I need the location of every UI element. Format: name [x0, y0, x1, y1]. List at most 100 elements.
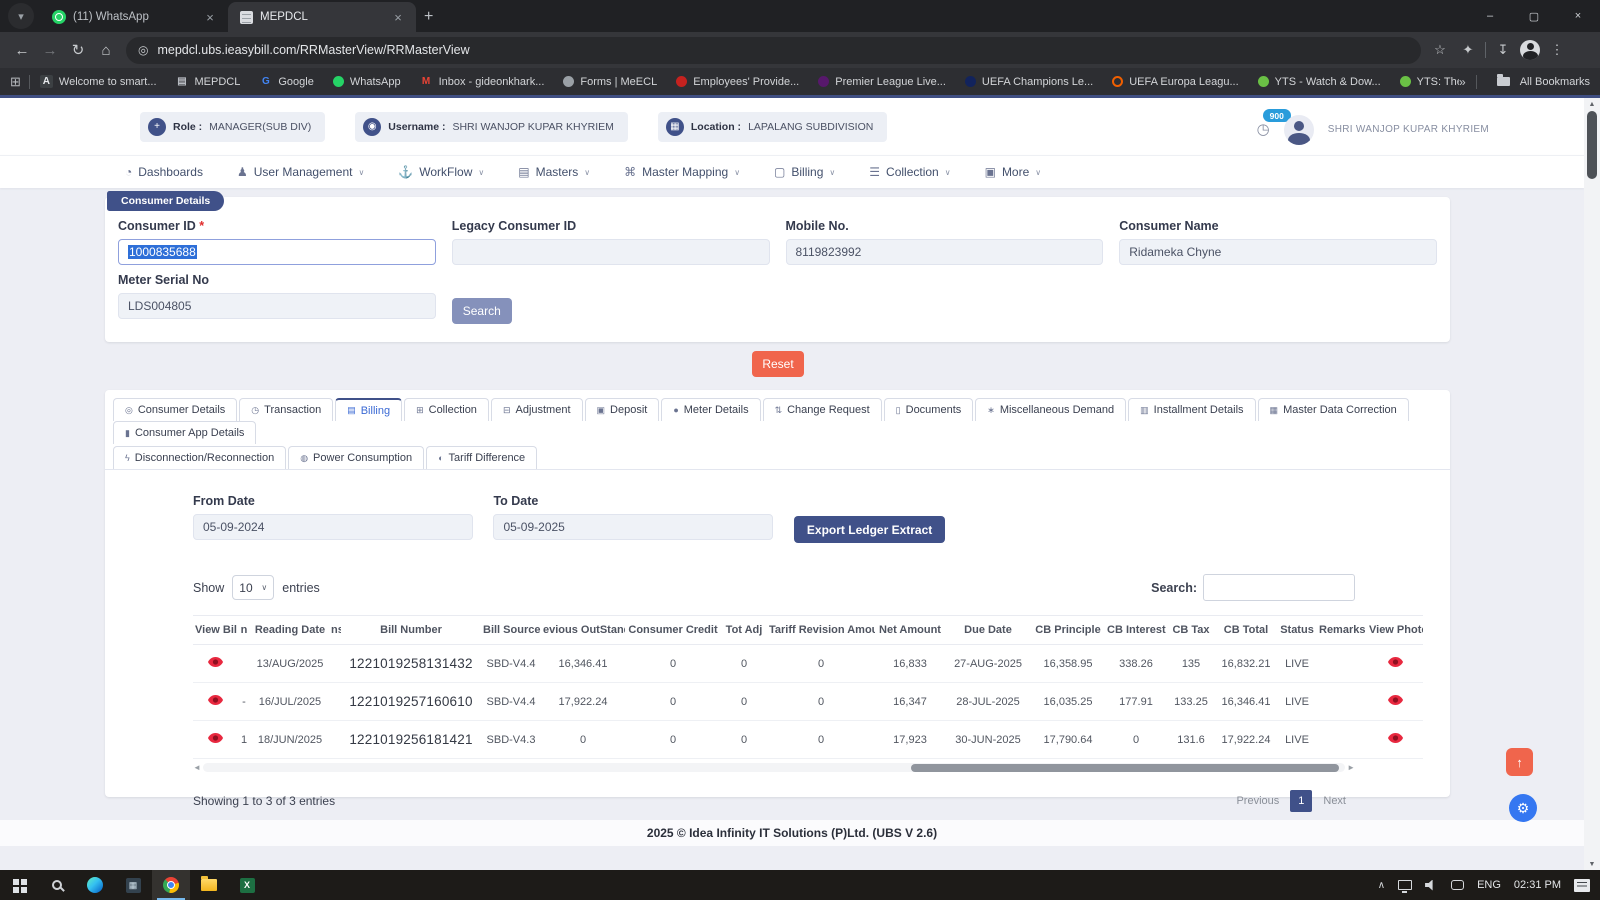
next-page-button[interactable]: Next — [1314, 790, 1355, 812]
legacy-consumer-id-input[interactable] — [452, 239, 770, 265]
clock-time[interactable]: 02:31 PM — [1514, 879, 1561, 891]
nav-item-dashboards[interactable]: ◔Dashboards — [125, 165, 203, 179]
nav-item-user-management[interactable]: ♟User Management∨ — [237, 165, 364, 179]
file-explorer-button[interactable] — [190, 870, 228, 900]
nav-item-more[interactable]: ▣More∨ — [985, 165, 1042, 179]
browser-tab-mepdcl[interactable]: MEPDCL × — [228, 2, 416, 32]
scroll-down-icon[interactable]: ▼ — [1584, 858, 1600, 870]
column-header-cb-principle[interactable]: CB Principle — [1031, 616, 1105, 645]
extensions-icon[interactable]: ✦ — [1457, 42, 1479, 58]
export-ledger-button[interactable]: Export Ledger Extract — [794, 516, 945, 543]
tab-documents[interactable]: ▯Documents — [884, 398, 974, 421]
consumer-name-input[interactable]: Ridameka Chyne — [1119, 239, 1437, 265]
tab-power-consumption[interactable]: ◍Power Consumption — [288, 446, 424, 469]
to-date-input[interactable]: 05-09-2025 — [493, 514, 773, 540]
home-icon[interactable]: ⌂ — [92, 42, 120, 59]
bookmark-item-uefa-europa-leagu[interactable]: UEFA Europa Leagu... — [1112, 76, 1238, 88]
bookmark-item-forms-meecl[interactable]: Forms | MeECL — [563, 76, 657, 88]
scroll-right-icon[interactable]: ► — [1345, 763, 1355, 772]
column-header-net-amount[interactable]: Net Amount — [875, 616, 945, 645]
view-photo-eye-icon[interactable] — [1388, 695, 1403, 705]
excel-button[interactable]: X — [228, 870, 266, 900]
bookmark-item-yts-watch-dow[interactable]: YTS - Watch & Dow... — [1258, 76, 1381, 88]
tab-billing[interactable]: ▤Billing — [335, 398, 402, 421]
tray-app-icon[interactable] — [1451, 880, 1464, 890]
bookmark-item-employees-provide[interactable]: Employees' Provide... — [676, 76, 799, 88]
tab-consumer-details[interactable]: ◎Consumer Details — [113, 398, 237, 421]
column-header-consumer-credit[interactable]: Consumer Credit — [625, 616, 721, 645]
page-1-button[interactable]: 1 — [1290, 790, 1312, 812]
page-size-select[interactable]: 10 ∨ — [232, 575, 274, 600]
edge-button[interactable] — [76, 870, 114, 900]
view-bill-eye-icon[interactable] — [208, 695, 223, 705]
start-button[interactable] — [0, 870, 38, 900]
bookmark-item-inbox-gideonkhark[interactable]: MInbox - gideonkhark... — [420, 75, 545, 88]
action-center-icon[interactable] — [1574, 879, 1590, 892]
v-scroll-thumb[interactable] — [1587, 111, 1597, 179]
column-header-due-date[interactable]: Due Date — [945, 616, 1031, 645]
profile-avatar[interactable] — [1520, 40, 1540, 60]
column-header-bill-number[interactable]: Bill Number — [341, 616, 481, 645]
volume-icon[interactable] — [1425, 880, 1438, 891]
scroll-to-top-button[interactable]: ↑ — [1506, 748, 1533, 776]
tray-expand-icon[interactable]: ∧ — [1378, 880, 1385, 891]
tab-deposit[interactable]: ▣Deposit — [585, 398, 660, 421]
bookmark-star-icon[interactable]: ☆ — [1429, 42, 1451, 58]
nav-item-masters[interactable]: ▤Masters∨ — [518, 165, 590, 179]
tab-change-request[interactable]: ⇅Change Request — [763, 398, 882, 421]
column-header-remarks[interactable]: Remarks — [1317, 616, 1367, 645]
tab-collection[interactable]: ⊞Collection — [404, 398, 489, 421]
bookmark-item-yts-the-official-ho[interactable]: YTS: The Official Ho... — [1400, 76, 1459, 88]
bookmark-item-premier-league-live[interactable]: Premier League Live... — [818, 76, 946, 88]
taskbar-search-button[interactable] — [38, 870, 76, 900]
h-scroll-track[interactable] — [203, 763, 1345, 772]
settings-gear-button[interactable]: ⚙ — [1509, 794, 1537, 822]
site-info-icon[interactable]: ◎ — [138, 43, 148, 57]
back-icon[interactable]: ← — [8, 42, 36, 59]
nav-item-billing[interactable]: ▢Billing∨ — [774, 165, 835, 179]
bookmark-item-mepdcl[interactable]: ▤MEPDCL — [176, 75, 241, 88]
nav-item-collection[interactable]: ☰Collection∨ — [869, 165, 950, 179]
tab-disconnection-reconnection[interactable]: ϟDisconnection/Reconnection — [113, 446, 286, 469]
column-header-cb-total[interactable]: CB Total — [1215, 616, 1277, 645]
column-header-view-photo[interactable]: View Photo — [1367, 616, 1423, 645]
view-photo-eye-icon[interactable] — [1388, 733, 1403, 743]
from-date-input[interactable]: 05-09-2024 — [193, 514, 473, 540]
language-indicator[interactable]: ENG — [1477, 879, 1501, 891]
tab-search-button[interactable]: ▾ — [8, 3, 34, 29]
tab-transaction[interactable]: ◷Transaction — [239, 398, 333, 421]
h-scroll-thumb[interactable] — [911, 764, 1339, 772]
tab-installment-details[interactable]: ▥Installment Details — [1128, 398, 1255, 421]
scroll-left-icon[interactable]: ◄ — [193, 763, 203, 772]
downloads-icon[interactable]: ↧ — [1492, 42, 1514, 58]
kebab-menu-icon[interactable]: ⋮ — [1546, 42, 1568, 58]
column-header-ns[interactable]: ns — [329, 616, 341, 645]
tab-tariff-difference[interactable]: ◐Tariff Difference — [426, 446, 537, 469]
apps-grid-icon[interactable]: ⊞ — [10, 74, 21, 90]
history-clock-button[interactable]: ◷ 900 — [1257, 120, 1270, 139]
close-button[interactable]: × — [1556, 0, 1600, 32]
new-tab-button[interactable]: + — [424, 8, 433, 26]
mobile-no-input[interactable]: 8119823992 — [786, 239, 1104, 265]
column-header-reading-date[interactable]: Reading Date — [251, 616, 329, 645]
view-photo-eye-icon[interactable] — [1388, 657, 1403, 667]
chrome-button[interactable] — [152, 870, 190, 900]
meter-serial-input[interactable]: LDS004805 — [118, 293, 436, 319]
close-tab-icon[interactable]: × — [202, 9, 218, 25]
minimize-button[interactable]: – — [1468, 0, 1512, 32]
view-bill-eye-icon[interactable] — [208, 733, 223, 743]
avatar[interactable] — [1284, 115, 1314, 145]
tab-meter-details[interactable]: ●Meter Details — [661, 398, 760, 421]
reset-button[interactable]: Reset — [752, 351, 804, 377]
tab-miscellaneous-demand[interactable]: ∗Miscellaneous Demand — [975, 398, 1126, 421]
address-bar[interactable]: ◎ mepdcl.ubs.ieasybill.com/RRMasterView/… — [126, 37, 1421, 64]
close-tab-icon[interactable]: × — [390, 9, 406, 25]
bookmark-item-google[interactable]: GGoogle — [259, 75, 313, 88]
column-header-cb-interest[interactable]: CB Interest — [1105, 616, 1167, 645]
column-header-n[interactable]: n — [237, 616, 251, 645]
column-header-evious-outstanding[interactable]: evious OutStanding — [541, 616, 625, 645]
bookmark-item-whatsapp[interactable]: WhatsApp — [333, 76, 401, 88]
tab-master-data-correction[interactable]: ▦Master Data Correction — [1258, 398, 1409, 421]
all-bookmarks-label[interactable]: All Bookmarks — [1520, 76, 1590, 88]
network-icon[interactable] — [1398, 880, 1412, 890]
